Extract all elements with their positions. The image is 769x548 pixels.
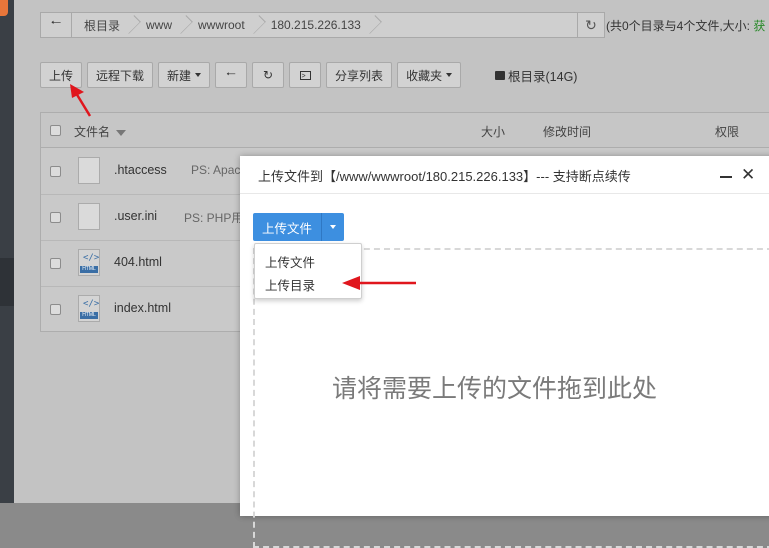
notification-badge bbox=[0, 0, 8, 16]
path-bar: 🠀 根目录 www wwwroot 180.215.226.133 ↻ bbox=[40, 12, 605, 38]
breadcrumb-root[interactable]: 根目录 bbox=[72, 13, 134, 37]
upload-dropdown-menu: 上传文件 上传目录 bbox=[254, 243, 362, 299]
row-checkbox[interactable] bbox=[50, 212, 61, 223]
file-note: PS: PHP用 bbox=[184, 211, 244, 225]
back-button[interactable]: 🠀 bbox=[215, 62, 248, 88]
upload-file-button[interactable]: 上传文件 bbox=[253, 213, 322, 241]
breadcrumb-site[interactable]: 180.215.226.133 bbox=[259, 13, 375, 37]
menu-item-upload-file[interactable]: 上传文件 bbox=[265, 252, 315, 271]
toolbar: 上传 远程下载 新建 🠀 ↻ >_ 分享列表 收藏夹 bbox=[40, 62, 462, 88]
new-button-label: 新建 bbox=[167, 68, 192, 83]
file-icon bbox=[78, 157, 100, 184]
select-all-checkbox[interactable] bbox=[50, 124, 61, 136]
row-checkbox[interactable] bbox=[50, 258, 61, 269]
refresh-path-icon[interactable]: ↻ bbox=[577, 13, 604, 37]
remote-download-button[interactable]: 远程下载 bbox=[87, 62, 154, 88]
favorites-button-label: 收藏夹 bbox=[406, 68, 443, 83]
chevron-down-icon bbox=[195, 73, 202, 77]
back-arrow-icon[interactable]: 🠀 bbox=[41, 13, 72, 37]
disk-label: 根目录(14G) bbox=[508, 70, 578, 84]
html-code-glyph: </> bbox=[83, 253, 100, 263]
disk-selector[interactable]: 根目录(14G) bbox=[495, 66, 577, 85]
breadcrumb-wwwroot[interactable]: wwwroot bbox=[186, 13, 259, 37]
column-name-header[interactable]: 文件名 bbox=[74, 123, 127, 140]
dialog-header-divider bbox=[240, 193, 769, 194]
column-name-label: 文件名 bbox=[74, 125, 111, 139]
breadcrumb-www[interactable]: www bbox=[134, 13, 186, 37]
chevron-down-icon bbox=[446, 73, 453, 77]
upload-dropdown-toggle[interactable] bbox=[321, 213, 345, 241]
upload-split-button: 上传文件 bbox=[253, 213, 345, 241]
favorites-button[interactable]: 收藏夹 bbox=[397, 62, 462, 88]
html-file-icon: </> HTML bbox=[78, 249, 100, 276]
row-checkbox[interactable] bbox=[50, 166, 61, 177]
file-name[interactable]: .htaccess bbox=[114, 163, 167, 177]
upload-button[interactable]: 上传 bbox=[40, 62, 83, 88]
file-icon bbox=[78, 203, 100, 230]
column-permission-header[interactable]: 权限 bbox=[715, 123, 739, 140]
summary-link[interactable]: 获 bbox=[753, 19, 765, 33]
column-size-header[interactable]: 大小 bbox=[481, 123, 505, 140]
table-header: 文件名 大小 修改时间 权限 bbox=[41, 113, 769, 148]
row-checkbox[interactable] bbox=[50, 304, 61, 315]
file-name[interactable]: 404.html bbox=[114, 255, 162, 269]
file-note: PS: Apac bbox=[191, 163, 241, 177]
menu-item-upload-directory[interactable]: 上传目录 bbox=[265, 275, 315, 294]
close-icon[interactable]: ✕ bbox=[741, 165, 755, 185]
column-modified-header[interactable]: 修改时间 bbox=[543, 123, 591, 140]
minimize-icon[interactable] bbox=[720, 176, 732, 178]
html-file-icon: </> HTML bbox=[78, 295, 100, 322]
terminal-icon: >_ bbox=[299, 70, 311, 80]
directory-summary: (共0个目录与4个文件,大小: 获 bbox=[606, 17, 765, 34]
new-button[interactable]: 新建 bbox=[158, 62, 211, 88]
summary-text: (共0个目录与4个文件,大小: bbox=[606, 19, 754, 33]
html-tag-label: HTML bbox=[80, 312, 98, 319]
html-code-glyph: </> bbox=[83, 299, 100, 309]
share-list-button[interactable]: 分享列表 bbox=[326, 62, 393, 88]
upload-dialog: 上传文件到【/www/wwwroot/180.215.226.133】--- 支… bbox=[240, 156, 769, 548]
terminal-button[interactable]: >_ bbox=[289, 62, 322, 88]
back-arrow-icon: 🠀 bbox=[226, 66, 236, 81]
dialog-title: 上传文件到【/www/wwwroot/180.215.226.133】--- 支… bbox=[258, 169, 631, 184]
file-name[interactable]: index.html bbox=[114, 301, 171, 315]
file-name[interactable]: .user.ini bbox=[114, 209, 157, 223]
refresh-icon: ↻ bbox=[263, 68, 274, 82]
left-sidebar-strip bbox=[0, 0, 14, 503]
refresh-button[interactable]: ↻ bbox=[252, 62, 285, 88]
disk-icon bbox=[495, 71, 505, 80]
drop-zone-text: 请将需要上传的文件拖到此处 bbox=[332, 375, 658, 403]
sidebar-active-band bbox=[0, 258, 14, 306]
chevron-down-icon bbox=[330, 225, 337, 229]
html-tag-label: HTML bbox=[80, 266, 98, 273]
sort-down-icon bbox=[116, 130, 127, 136]
